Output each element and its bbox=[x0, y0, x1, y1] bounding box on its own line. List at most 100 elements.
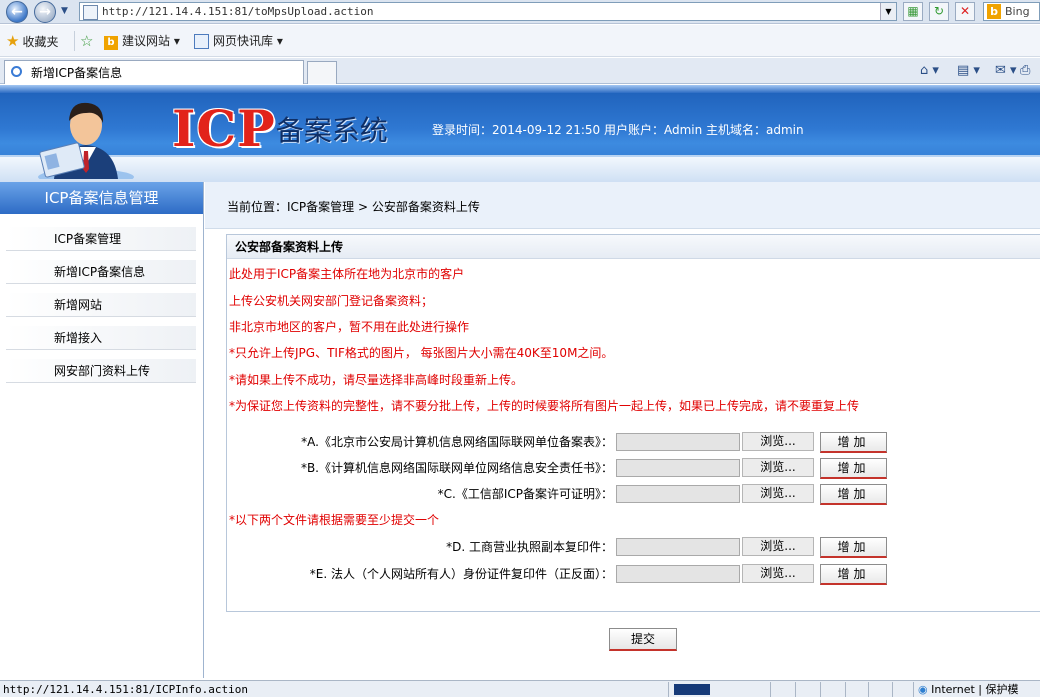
stop-icon[interactable]: ✕ bbox=[955, 2, 975, 21]
notice-text: 非北京市地区的客户，暂不用在此处进行操作 bbox=[229, 320, 470, 334]
globe-icon: ◉ bbox=[918, 683, 928, 696]
file-row-a: *A.《北京市公安局计算机信息网络国际联网单位备案表》： bbox=[227, 433, 613, 453]
favorites-bar: ★ 收藏夹 ☆ b 建议网站 ▾ 网页快讯库 ▾ bbox=[0, 25, 1040, 57]
status-url: http://121.14.4.151:81/ICPInfo.action bbox=[3, 683, 249, 696]
file-path-input[interactable] bbox=[616, 565, 740, 583]
history-dropdown-icon[interactable]: ▼ bbox=[61, 6, 68, 16]
tab-title: 新增ICP备案信息 bbox=[31, 66, 123, 80]
sidebar-item-new-site[interactable]: 新增网站 bbox=[6, 293, 196, 317]
fav-item-label: 建议网站 bbox=[122, 34, 171, 48]
mail-icon[interactable]: ✉ ▾ bbox=[995, 63, 1017, 78]
logo-icp-text: ICP bbox=[172, 99, 276, 158]
file-label: *D. 工商营业执照副本复印件： bbox=[446, 540, 613, 554]
sidebar-item-label: ICP备案管理 bbox=[54, 232, 122, 246]
notice-text: *只允许上传JPG、TIF格式的图片， 每张图片大小需在40K至10M之间。 bbox=[229, 346, 614, 360]
panel-title: 公安部备案资料上传 bbox=[227, 235, 1040, 259]
notice-text: *请如果上传不成功，请尽量选择非高峰时段重新上传。 bbox=[229, 373, 524, 387]
file-label: *B.《计算机信息网络国际联网单位网络信息安全责任书》： bbox=[300, 461, 613, 475]
new-tab-button[interactable] bbox=[307, 61, 337, 84]
divider bbox=[770, 682, 771, 697]
web-slice-icon bbox=[194, 34, 209, 49]
notice-text: 此处用于ICP备案主体所在地为北京市的客户 bbox=[229, 267, 465, 281]
login-info: 登录时间：2014-09-12 21:50 用户账户：Admin 主机域名：ad… bbox=[432, 123, 804, 137]
url-input[interactable]: http://121.14.4.151:81/toMpsUpload.actio… bbox=[79, 2, 897, 21]
sidebar-item-label: 新增网站 bbox=[54, 298, 103, 312]
logo-system-text: 备案系统 bbox=[275, 114, 388, 147]
search-box[interactable]: b Bing bbox=[983, 2, 1040, 21]
file-label: *E. 法人（个人网站所有人）身份证件复印件（正反面）： bbox=[309, 567, 613, 581]
divider bbox=[868, 682, 869, 697]
file-row-b: *B.《计算机信息网络国际联网单位网络信息安全责任书》： bbox=[227, 459, 613, 479]
url-text: http://121.14.4.151:81/toMpsUpload.actio… bbox=[102, 5, 374, 18]
sidebar-item-label: 网安部门资料上传 bbox=[54, 364, 151, 378]
sidebar-item-new-access[interactable]: 新增接入 bbox=[6, 326, 196, 350]
notice-text: *为保证您上传资料的完整性，请不要分批上传，上传的时候要将所有图片一起上传，如果… bbox=[229, 399, 860, 413]
refresh-icon[interactable]: ↻ bbox=[929, 2, 949, 21]
file-row-c: *C.《工信部ICP备案许可证明》： bbox=[227, 485, 613, 505]
file-path-input[interactable] bbox=[616, 538, 740, 556]
divider bbox=[668, 682, 669, 697]
compat-view-icon[interactable]: ▦ bbox=[903, 2, 923, 21]
page-icon bbox=[83, 5, 98, 20]
add-button[interactable]: 增加 bbox=[820, 432, 887, 453]
fav-item-label: 网页快讯库 bbox=[213, 34, 274, 48]
sidebar-item-new-icp[interactable]: 新增ICP备案信息 bbox=[6, 260, 196, 284]
browser-tab[interactable]: 新增ICP备案信息 bbox=[4, 60, 304, 84]
sidebar-item-icp-manage[interactable]: ICP备案管理 bbox=[6, 227, 196, 251]
file-path-input[interactable] bbox=[616, 433, 740, 451]
favorites-label: 收藏夹 bbox=[22, 35, 59, 49]
submit-button[interactable]: 提交 bbox=[609, 628, 677, 651]
back-button[interactable]: ← bbox=[6, 1, 28, 23]
user-avatar-icon bbox=[38, 102, 134, 179]
zone-label: Internet bbox=[931, 683, 975, 696]
security-zone: ◉ Internet | 保护模 bbox=[918, 683, 1019, 696]
add-button[interactable]: 增加 bbox=[820, 458, 887, 479]
file-path-input[interactable] bbox=[616, 459, 740, 477]
add-button[interactable]: 增加 bbox=[820, 484, 887, 505]
browse-button[interactable]: 浏览... bbox=[742, 432, 814, 451]
header-stripe bbox=[0, 85, 1040, 93]
print-icon[interactable]: ⎙ bbox=[1020, 63, 1030, 78]
add-button[interactable]: 增加 bbox=[820, 564, 887, 585]
site-header: ICP备案系统 登录时间：2014-09-12 21:50 用户账户：Admin… bbox=[0, 85, 1040, 182]
address-bar: ← → ▼ http://121.14.4.151:81/toMpsUpload… bbox=[0, 0, 1040, 24]
sidebar-item-label: 新增ICP备案信息 bbox=[54, 265, 146, 279]
sidebar-item-label: 新增接入 bbox=[54, 331, 103, 345]
tab-row: 新增ICP备案信息 ⌂ ▾ ▤ ▾ ✉ ▾ ⎙ bbox=[0, 58, 1040, 84]
progress-bar bbox=[674, 684, 710, 695]
divider bbox=[820, 682, 821, 697]
divider bbox=[845, 682, 846, 697]
sidebar-item-upload[interactable]: 网安部门资料上传 bbox=[6, 359, 196, 383]
notice-text: *以下两个文件请根据需要至少提交一个 bbox=[229, 513, 440, 527]
search-engine-label: Bing bbox=[1005, 5, 1030, 18]
notice-text: 上传公安机关网安部门登记备案资料； bbox=[229, 294, 434, 308]
feeds-icon[interactable]: ▤ ▾ bbox=[957, 63, 980, 78]
bing-icon: b bbox=[987, 4, 1001, 19]
home-icon[interactable]: ⌂ ▾ bbox=[920, 63, 939, 78]
browse-button[interactable]: 浏览... bbox=[742, 564, 814, 583]
url-dropdown-icon[interactable]: ▼ bbox=[880, 3, 896, 20]
file-label: *C.《工信部ICP备案许可证明》： bbox=[437, 487, 613, 501]
browse-button[interactable]: 浏览... bbox=[742, 458, 814, 477]
file-row-e: *E. 法人（个人网站所有人）身份证件复印件（正反面）： bbox=[227, 565, 613, 585]
divider bbox=[74, 31, 75, 51]
browse-button[interactable]: 浏览... bbox=[742, 537, 814, 556]
divider bbox=[913, 682, 914, 697]
add-button[interactable]: 增加 bbox=[820, 537, 887, 558]
loading-icon bbox=[11, 66, 22, 77]
file-path-input[interactable] bbox=[616, 485, 740, 503]
sidebar-title: ICP备案信息管理 bbox=[0, 182, 203, 214]
browse-button[interactable]: 浏览... bbox=[742, 484, 814, 503]
favorites-star-icon: ★ bbox=[6, 32, 20, 50]
forward-button[interactable]: → bbox=[34, 1, 56, 23]
status-bar: http://121.14.4.151:81/ICPInfo.action ◉ … bbox=[0, 680, 1040, 697]
sidebar: ICP备案信息管理 ICP备案管理 新增ICP备案信息 新增网站 新增接入 网安… bbox=[0, 182, 204, 678]
divider bbox=[892, 682, 893, 697]
fav-item-webslices[interactable]: 网页快讯库 ▾ bbox=[194, 32, 283, 50]
breadcrumb: 当前位置：ICP备案管理 > 公安部备案资料上传 bbox=[227, 200, 480, 214]
add-favorite-icon[interactable]: ☆ bbox=[80, 32, 96, 50]
divider bbox=[795, 682, 796, 697]
bing-icon: b bbox=[104, 36, 118, 50]
fav-item-suggested[interactable]: b 建议网站 ▾ bbox=[104, 32, 180, 50]
favorites-button[interactable]: ★ 收藏夹 bbox=[6, 32, 58, 50]
